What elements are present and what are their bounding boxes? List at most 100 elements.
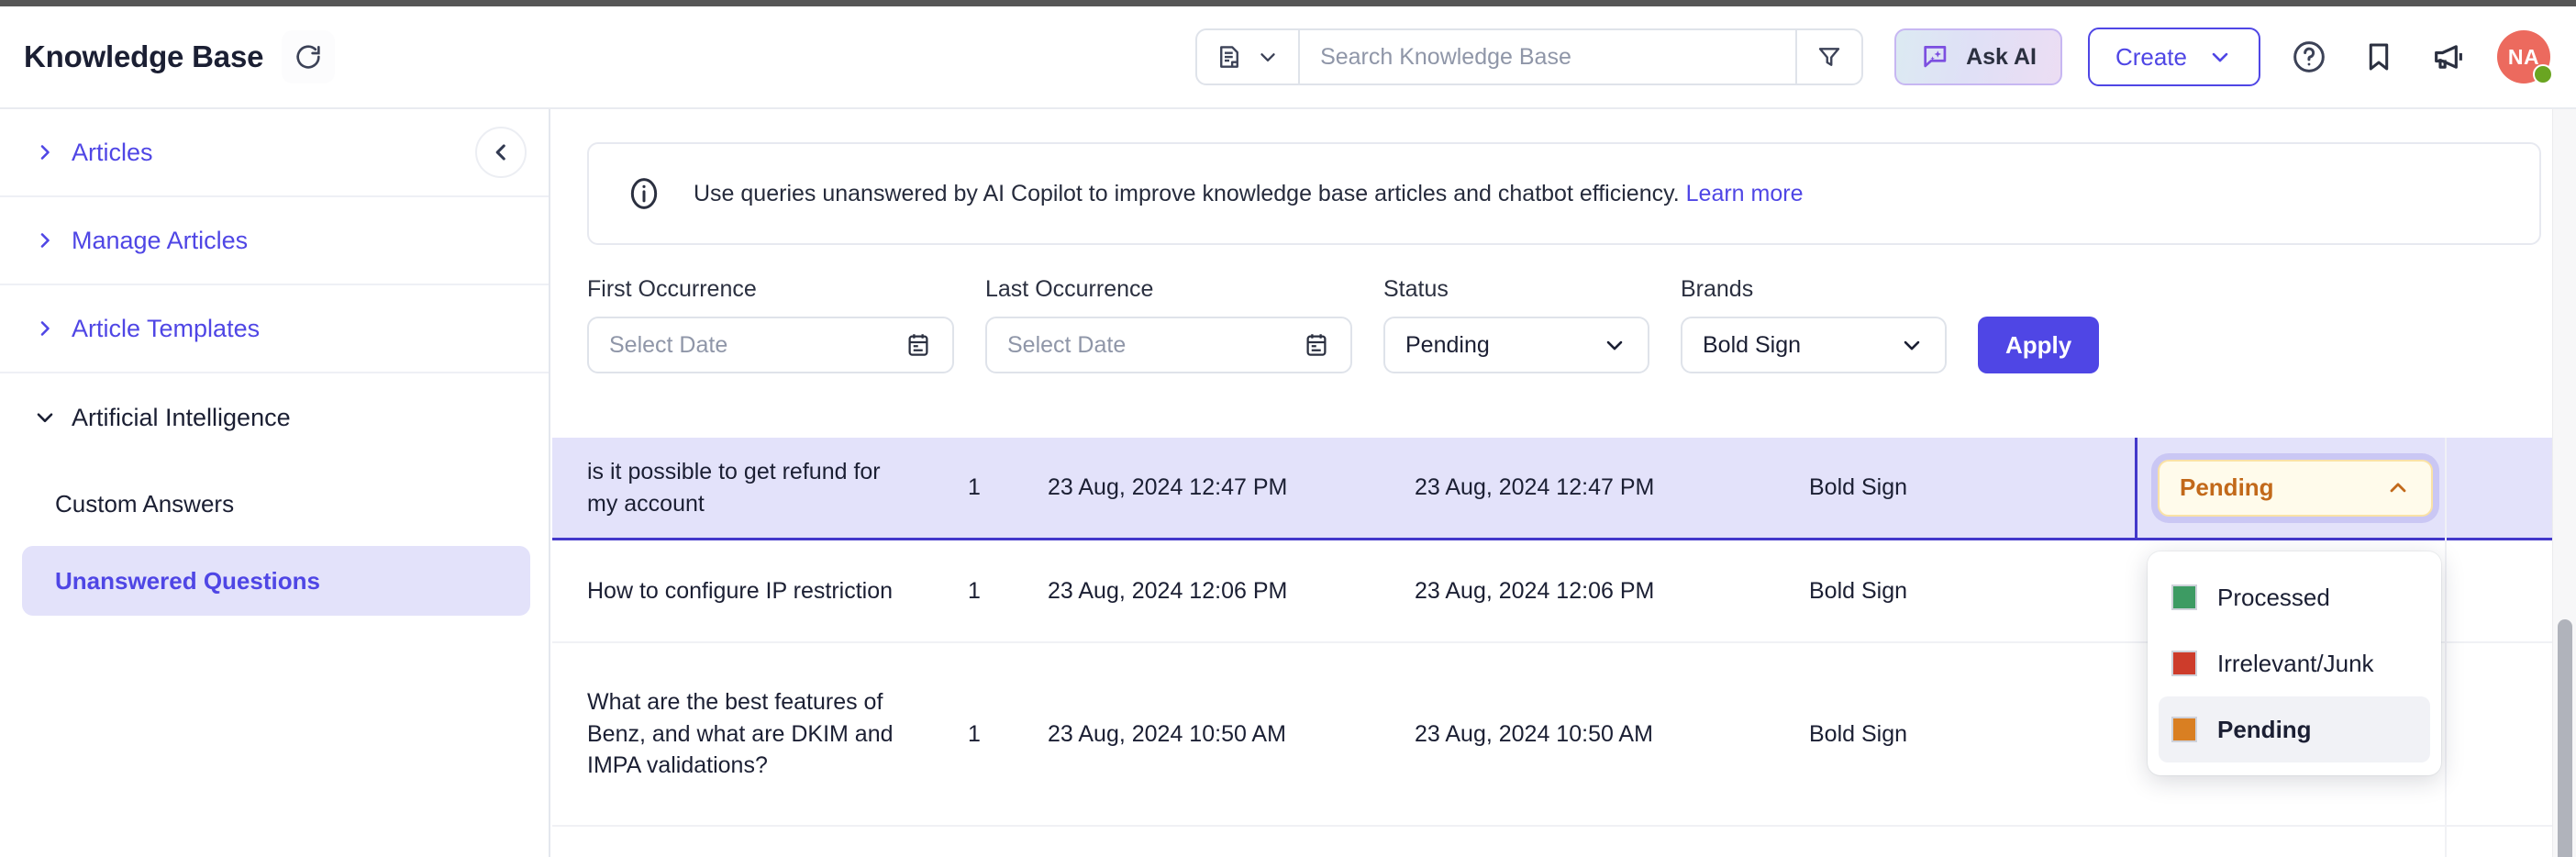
sidebar-item-label: Article Templates (72, 315, 260, 343)
brands-filter-value: Bold Sign (1703, 332, 1801, 359)
first-occurrence-placeholder: Select Date (609, 332, 727, 359)
table-row[interactable]: is it possible to get refund for my acco… (552, 438, 2576, 540)
cell-last-occurrence: 23 Aug, 2024 12:47 PM (1415, 474, 1809, 501)
dropdown-option-pending[interactable]: Pending (2159, 696, 2430, 762)
chevron-right-icon (31, 317, 59, 339)
sidebar-subitem-label: Unanswered Questions (55, 567, 320, 595)
status-filter-value: Pending (1405, 332, 1490, 359)
chevron-down-icon (2207, 44, 2233, 70)
megaphone-icon (2430, 39, 2467, 75)
dropdown-option-processed[interactable]: Processed (2159, 564, 2430, 630)
status-dropdown-menu: Processed Irrelevant/Junk Pending (2148, 551, 2441, 775)
search-input-wrap (1300, 30, 1795, 83)
info-banner-text: Use queries unanswered by AI Copilot to … (694, 181, 1804, 207)
page-title: Knowledge Base (24, 39, 263, 74)
ask-ai-label: Ask AI (1966, 44, 2037, 71)
info-banner-message: Use queries unanswered by AI Copilot to … (694, 181, 1680, 206)
first-occurrence-date-input[interactable]: Select Date (587, 317, 954, 373)
bookmark-icon (2361, 39, 2396, 74)
filter-label: Status (1383, 276, 1649, 303)
search-filter-button[interactable] (1795, 30, 1861, 83)
search-group (1195, 28, 1863, 85)
funnel-filter-icon (1815, 43, 1843, 71)
filter-last-occurrence: Last Occurrence Select Date (985, 276, 1352, 373)
filter-status: Status Pending (1383, 276, 1649, 373)
announcement-button[interactable] (2427, 36, 2470, 78)
cell-brand: Bold Sign (1809, 578, 2135, 605)
brands-filter-select[interactable]: Bold Sign (1681, 317, 1947, 373)
refresh-button[interactable] (282, 30, 335, 83)
sidebar-subitem-label: Custom Answers (55, 490, 234, 518)
status-color-swatch (2171, 717, 2197, 742)
status-filter-select[interactable]: Pending (1383, 317, 1649, 373)
cell-last-occurrence: 23 Aug, 2024 12:06 PM (1415, 578, 1809, 605)
sidebar-subitem-custom-answers[interactable]: Custom Answers (22, 469, 530, 539)
cell-last-occurrence: 23 Aug, 2024 10:50 AM (1415, 721, 1809, 748)
chevron-up-icon (2385, 475, 2411, 501)
status-color-swatch (2171, 584, 2197, 610)
cell-count: 1 (901, 578, 1048, 605)
cell-brand: Bold Sign (1809, 474, 2135, 501)
question-circle-icon (2291, 39, 2327, 75)
cell-first-occurrence: 23 Aug, 2024 10:50 AM (1048, 721, 1415, 748)
top-bar: Knowledge Base (0, 6, 2576, 109)
sidebar-collapse-button[interactable] (475, 127, 527, 178)
ai-sparkle-chat-icon (1920, 41, 1951, 72)
ask-ai-button[interactable]: Ask AI (1894, 28, 2062, 85)
help-button[interactable] (2288, 36, 2330, 78)
create-button[interactable]: Create (2088, 28, 2260, 86)
status-color-swatch (2171, 651, 2197, 676)
filter-brands: Brands Bold Sign (1681, 276, 1947, 373)
sidebar: Articles Manage Articles Article Templat… (0, 109, 550, 857)
chevron-right-icon (31, 141, 59, 163)
dropdown-option-irrelevant-junk[interactable]: Irrelevant/Junk (2159, 630, 2430, 696)
dropdown-option-label: Processed (2217, 584, 2330, 612)
cell-question: is it possible to get refund for my acco… (552, 456, 901, 519)
cell-question: How to configure IP restriction (552, 575, 901, 607)
filter-bar: First Occurrence Select Date Last Occurr… (587, 276, 2576, 373)
table-column-divider (2445, 438, 2447, 857)
bookmark-button[interactable] (2358, 36, 2400, 78)
sidebar-item-label: Artificial Intelligence (72, 404, 291, 432)
sidebar-item-label: Articles (72, 139, 153, 167)
sidebar-item-manage-articles[interactable]: Manage Articles (0, 197, 549, 285)
chevron-down-icon (1899, 332, 1925, 358)
sidebar-item-label: Manage Articles (72, 227, 248, 255)
info-circle-icon (626, 175, 662, 212)
calendar-icon (905, 331, 932, 359)
last-occurrence-date-input[interactable]: Select Date (985, 317, 1352, 373)
status-badge-label: Pending (2180, 473, 2274, 502)
cell-question: What are the best features of Benz, and … (552, 686, 901, 782)
search-type-selector[interactable] (1197, 30, 1300, 83)
sidebar-subitem-unanswered-questions[interactable]: Unanswered Questions (22, 546, 530, 616)
chevron-down-icon (1256, 45, 1280, 69)
avatar[interactable]: NA (2497, 30, 2550, 83)
scrollbar-thumb[interactable] (2558, 619, 2572, 857)
filter-first-occurrence: First Occurrence Select Date (587, 276, 954, 373)
info-banner: Use queries unanswered by AI Copilot to … (587, 142, 2541, 245)
sidebar-item-article-templates[interactable]: Article Templates (0, 285, 549, 373)
status-badge[interactable]: Pending (2158, 460, 2433, 517)
cell-status: Pending (2135, 438, 2576, 538)
chevron-right-icon (31, 229, 59, 251)
last-occurrence-placeholder: Select Date (1007, 332, 1126, 359)
filter-label: Brands (1681, 276, 1947, 303)
filter-label: Last Occurrence (985, 276, 1352, 303)
filter-label: First Occurrence (587, 276, 954, 303)
create-label: Create (2115, 43, 2187, 72)
learn-more-link[interactable]: Learn more (1686, 181, 1804, 206)
chevron-down-icon (1602, 332, 1627, 358)
search-input[interactable] (1300, 30, 1795, 83)
cell-first-occurrence: 23 Aug, 2024 12:47 PM (1048, 474, 1415, 501)
sidebar-item-artificial-intelligence[interactable]: Artificial Intelligence (0, 373, 549, 462)
knowledge-base-app: Knowledge Base (0, 0, 2576, 857)
cell-brand: Bold Sign (1809, 721, 2135, 748)
calendar-icon (1303, 331, 1330, 359)
sidebar-item-articles[interactable]: Articles (0, 109, 549, 197)
apply-button[interactable]: Apply (1978, 317, 2099, 373)
chevron-left-icon (489, 140, 513, 164)
cell-count: 1 (901, 474, 1048, 501)
cell-first-occurrence: 23 Aug, 2024 12:06 PM (1048, 578, 1415, 605)
dropdown-option-label: Irrelevant/Junk (2217, 650, 2374, 678)
chevron-down-icon (31, 406, 59, 429)
